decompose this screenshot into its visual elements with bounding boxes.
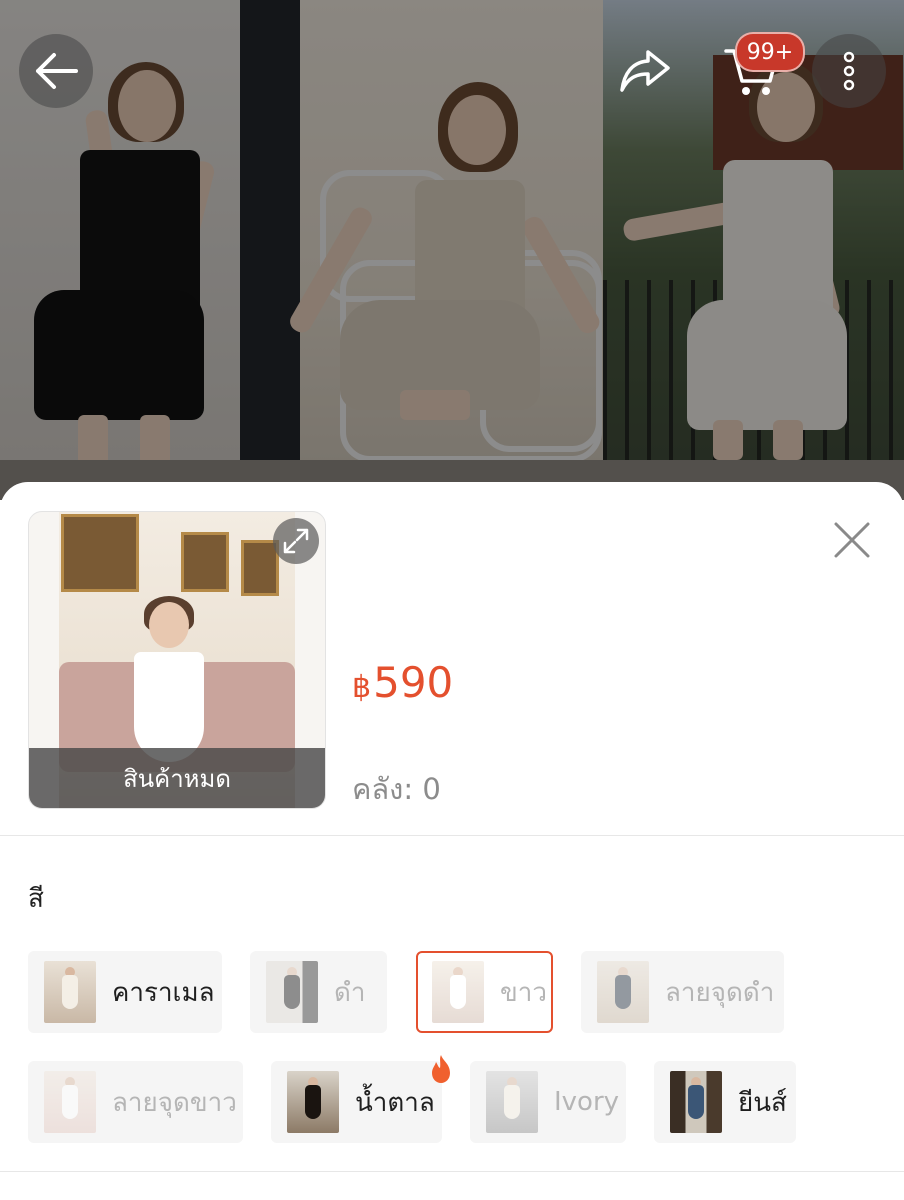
variation-thumbnail	[670, 1071, 722, 1133]
variation-thumbnail	[597, 961, 649, 1023]
variation-option-label: ลายจุดดำ	[665, 977, 775, 1008]
selected-variant-thumbnail[interactable]: สินค้าหมด	[28, 511, 326, 809]
divider	[0, 1171, 904, 1172]
variation-option-black[interactable]: ดำ	[250, 951, 387, 1033]
expand-icon	[283, 528, 309, 554]
more-options-button[interactable]	[812, 34, 886, 108]
divider	[0, 835, 904, 836]
back-button[interactable]	[19, 34, 93, 108]
variation-option-black-polka-dot[interactable]: ลายจุดดำ	[581, 951, 784, 1033]
variation-thumbnail	[486, 1071, 538, 1133]
variation-thumbnail	[287, 1071, 339, 1133]
price: ฿ 590	[352, 658, 453, 707]
variation-thumbnail	[44, 1071, 96, 1133]
cart-count-badge: 99+	[735, 32, 805, 72]
expand-image-button[interactable]	[273, 518, 319, 564]
stock-count: คลัง: 0	[352, 772, 441, 806]
variation-option-label: ยีนส์	[738, 1087, 787, 1118]
variation-option-label: คาราเมล	[112, 977, 215, 1008]
variation-option-label: ลายจุดขาว	[112, 1087, 237, 1118]
variation-option-label: ขาว	[500, 977, 547, 1008]
variation-option-brown[interactable]: น้ำตาล	[271, 1061, 442, 1143]
close-icon	[834, 522, 870, 558]
variation-thumbnail	[432, 961, 484, 1023]
close-sheet-button[interactable]	[826, 514, 878, 566]
variation-option-label: ดำ	[334, 977, 366, 1008]
more-vertical-icon	[843, 51, 855, 91]
currency-symbol: ฿	[352, 670, 372, 705]
variation-option-label: Ivory	[554, 1087, 620, 1117]
share-button[interactable]	[608, 34, 682, 108]
product-image-gallery[interactable]: 99+	[0, 0, 904, 500]
variation-option-white[interactable]: ขาว	[416, 951, 553, 1033]
variation-option-ivory[interactable]: Ivory	[470, 1061, 626, 1143]
variation-option-denim[interactable]: ยีนส์	[654, 1061, 796, 1143]
variation-thumbnail	[266, 961, 318, 1023]
variation-thumbnail	[44, 961, 96, 1023]
variation-bottom-sheet: สินค้าหมด ฿ 590 คลัง: 0 สี คาราเมล ดำ ขา…	[0, 482, 904, 1200]
sold-out-overlay: สินค้าหมด	[29, 748, 325, 808]
fire-icon	[432, 1055, 450, 1083]
arrow-left-icon	[36, 53, 78, 89]
share-icon	[620, 50, 670, 92]
variation-label: สี	[28, 884, 44, 914]
price-value: 590	[373, 658, 454, 707]
variation-option-label: น้ำตาล	[355, 1087, 435, 1118]
variation-option-caramel[interactable]: คาราเมล	[28, 951, 222, 1033]
variation-option-white-polka-dot[interactable]: ลายจุดขาว	[28, 1061, 243, 1143]
